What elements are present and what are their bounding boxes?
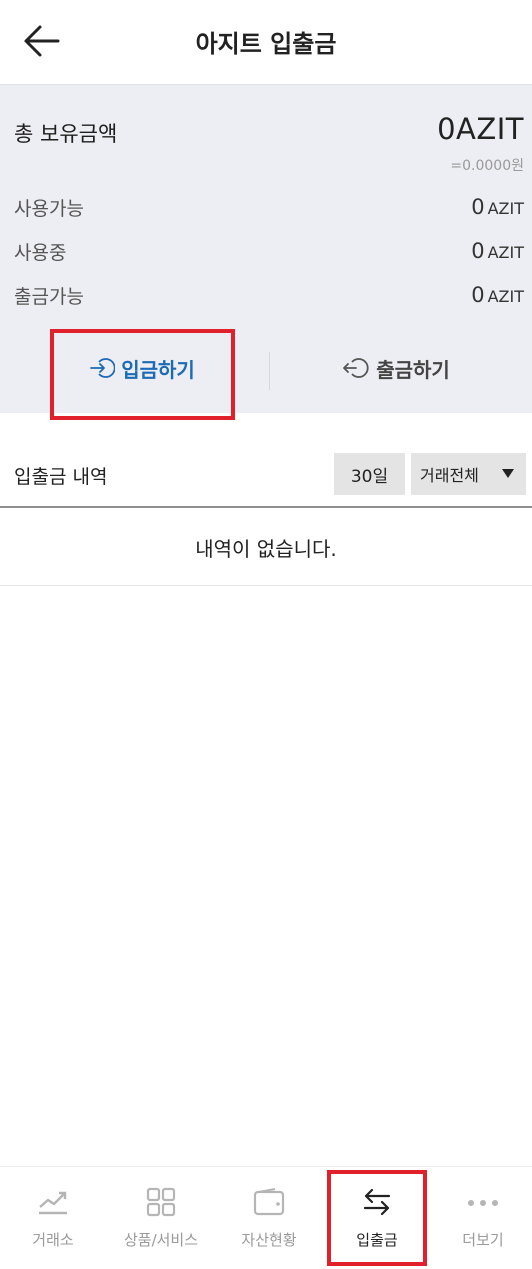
history-title: 입출금 내역 bbox=[14, 466, 108, 488]
bottom-tab-bar: 거래소 상품/서비스 자산현황 입출금 더보기 bbox=[0, 1166, 532, 1269]
in-use-value: 0 AZIT bbox=[471, 239, 524, 263]
tab-assets[interactable]: 자산현황 bbox=[216, 1167, 322, 1267]
wallet-icon bbox=[253, 1188, 285, 1216]
tab-exchange-label: 거래소 bbox=[32, 1231, 74, 1249]
tab-deposit-withdraw-label: 입출금 bbox=[356, 1231, 398, 1249]
type-filter-value: 거래전체 bbox=[420, 466, 479, 485]
header: 아지트 입출금 bbox=[0, 0, 532, 85]
in-use-label: 사용중 bbox=[14, 242, 67, 264]
deposit-button[interactable]: 입금하기 bbox=[50, 338, 234, 398]
total-balance-value: 0AZIT bbox=[437, 112, 524, 146]
withdraw-button[interactable]: 출금하기 bbox=[296, 338, 496, 398]
caret-down-icon bbox=[502, 469, 514, 478]
transfer-arrows-icon bbox=[363, 1188, 391, 1216]
tab-exchange[interactable]: 거래소 bbox=[0, 1167, 106, 1267]
type-filter-select[interactable]: 거래전체 bbox=[411, 453, 526, 495]
total-balance-label: 총 보유금액 bbox=[14, 122, 118, 146]
tab-products[interactable]: 상품/서비스 bbox=[108, 1167, 214, 1267]
total-balance-krw: =0.0000원 bbox=[450, 158, 524, 174]
period-filter-button[interactable]: 30일 bbox=[334, 453, 405, 495]
available-label: 사용가능 bbox=[14, 198, 84, 220]
list-divider-bottom bbox=[0, 585, 532, 586]
deposit-label: 입금하기 bbox=[121, 357, 195, 382]
withdraw-label: 출금하기 bbox=[376, 357, 450, 382]
tab-more[interactable]: 더보기 bbox=[434, 1167, 532, 1267]
list-divider bbox=[0, 506, 532, 508]
action-divider bbox=[269, 352, 270, 390]
withdrawable-value: 0 AZIT bbox=[471, 283, 524, 307]
tab-products-label: 상품/서비스 bbox=[123, 1231, 199, 1249]
tab-more-label: 더보기 bbox=[462, 1231, 504, 1249]
trend-chart-icon bbox=[39, 1191, 67, 1215]
available-value: 0 AZIT bbox=[471, 195, 524, 219]
withdrawable-label: 출금가능 bbox=[14, 286, 84, 308]
page-title: 아지트 입출금 bbox=[195, 30, 337, 58]
deposit-icon bbox=[90, 358, 116, 378]
withdraw-icon bbox=[343, 358, 369, 378]
empty-history-message: 내역이 없습니다. bbox=[195, 537, 337, 561]
tab-assets-label: 자산현황 bbox=[241, 1231, 297, 1249]
grid-icon bbox=[146, 1187, 176, 1217]
tab-deposit-withdraw[interactable]: 입출금 bbox=[326, 1167, 428, 1267]
more-dots-icon bbox=[468, 1200, 498, 1206]
